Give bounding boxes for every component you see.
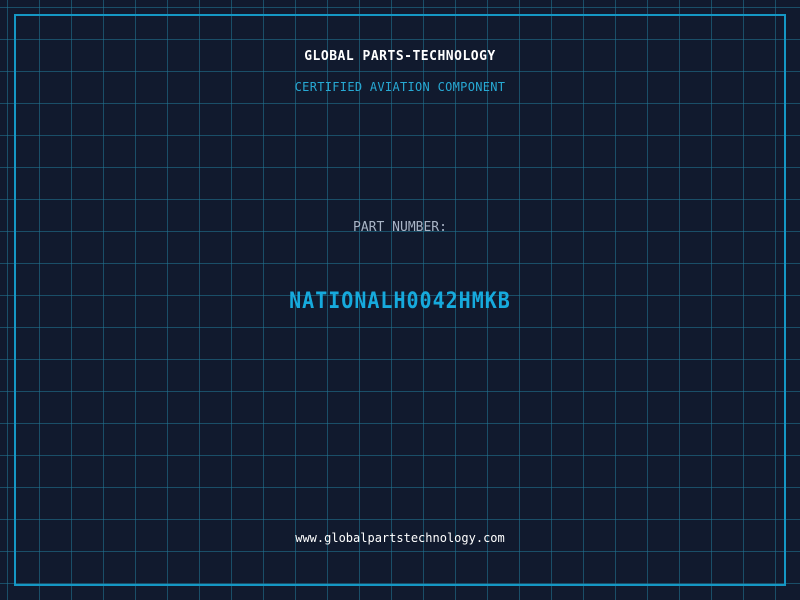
part-number-value: NATIONALH0042HMKB	[289, 286, 511, 314]
part-card: GLOBAL PARTS-TECHNOLOGY CERTIFIED AVIATI…	[0, 0, 800, 600]
certification-subtitle: CERTIFIED AVIATION COMPONENT	[294, 80, 506, 94]
part-number-label: PART NUMBER:	[353, 220, 447, 235]
website-link[interactable]: www.globalpartstechnology.com	[0, 531, 800, 545]
company-name: GLOBAL PARTS-TECHNOLOGY	[304, 49, 496, 64]
